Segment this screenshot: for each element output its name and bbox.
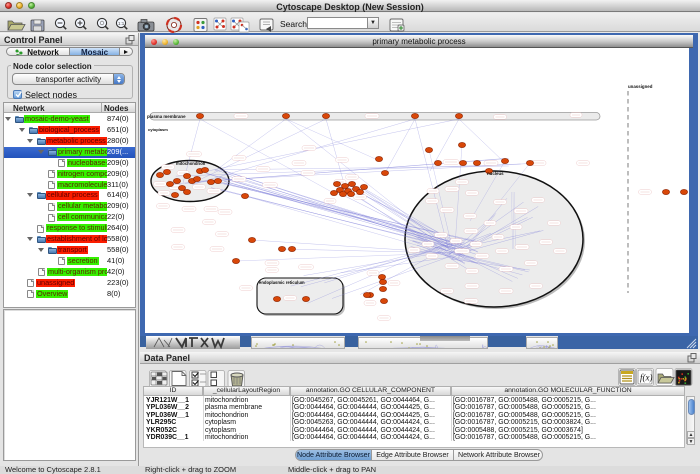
svg-text:1:1: 1:1 (118, 21, 125, 26)
svg-text:endoplasmic reticulum: endoplasmic reticulum (259, 280, 305, 285)
svg-text:plasma membrane: plasma membrane (147, 114, 186, 119)
svg-text:mitochondrion: mitochondrion (176, 161, 206, 166)
svg-text:nucleus: nucleus (487, 171, 504, 176)
svg-text:cytoplasm: cytoplasm (148, 127, 168, 132)
svg-text:f(x): f(x) (640, 373, 653, 383)
svg-text:unassigned: unassigned (628, 84, 653, 89)
